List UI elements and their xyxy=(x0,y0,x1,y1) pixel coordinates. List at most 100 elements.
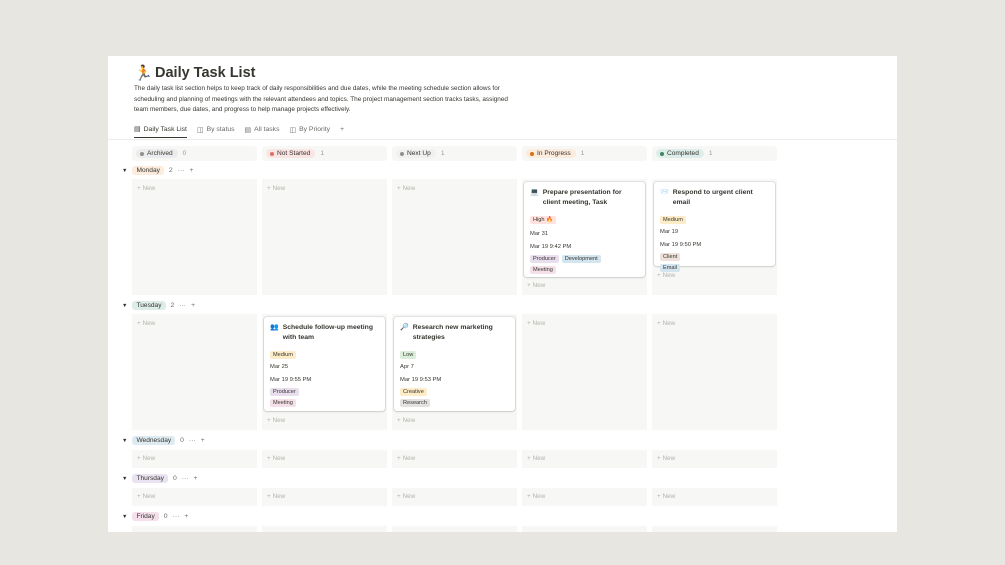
new-card-button[interactable]: + New xyxy=(137,493,155,500)
caret-down-icon[interactable]: ▼ xyxy=(122,438,127,444)
more-icon[interactable]: ··· xyxy=(178,167,185,174)
group-header-friday[interactable]: ▼ Friday 0 ··· + xyxy=(122,512,188,521)
status-pill-archived: Archived xyxy=(136,149,178,158)
new-card-button[interactable]: + New xyxy=(267,455,285,462)
group-label: Tuesday xyxy=(132,301,166,310)
column-header-next-up[interactable]: Next Up 1 xyxy=(392,146,517,161)
group-header-tuesday[interactable]: ▼ Tuesday 2 ··· + xyxy=(122,301,195,310)
new-card-button[interactable]: + New xyxy=(657,272,675,279)
status-dot xyxy=(140,151,144,156)
new-card-button[interactable]: + New xyxy=(397,185,415,192)
group-header-wednesday[interactable]: ▼ Wednesday 0 ··· + xyxy=(122,436,205,445)
new-card-button[interactable]: + New xyxy=(657,493,675,500)
board-cell xyxy=(652,526,777,532)
status-label: Completed xyxy=(667,150,699,157)
new-card-button[interactable]: + New xyxy=(657,455,675,462)
tab-daily-task-list[interactable]: ▤ Daily Task List xyxy=(134,125,187,138)
task-card[interactable]: 📨 Respond to urgent client email Medium M… xyxy=(654,182,775,272)
more-icon[interactable]: ··· xyxy=(173,513,180,520)
tag: Producer xyxy=(270,388,299,396)
priority-tag: Low xyxy=(400,351,417,359)
card-title-text: Schedule follow-up meeting with team xyxy=(282,324,373,341)
more-icon[interactable]: ··· xyxy=(189,437,196,444)
board-cell xyxy=(132,526,257,532)
tab-by-status[interactable]: ◫ By status xyxy=(197,125,235,138)
group-label: Thursday xyxy=(132,474,168,483)
new-card-button[interactable]: + New xyxy=(527,493,545,500)
group-label: Friday xyxy=(132,512,159,521)
group-header-monday[interactable]: ▼ Monday 2 ··· + xyxy=(122,166,193,175)
status-label: Archived xyxy=(147,150,173,157)
tab-label: Daily Task List xyxy=(143,125,187,133)
tag: Creative xyxy=(400,388,427,396)
task-card[interactable]: 👥 Schedule follow-up meeting with team Me… xyxy=(264,317,385,411)
tab-all-tasks[interactable]: ▤ All tasks xyxy=(245,125,280,138)
notion-page: 🏃 Daily Task List The daily task list se… xyxy=(108,56,897,532)
people-icon: 👥 xyxy=(270,324,279,331)
new-card-button[interactable]: + New xyxy=(137,455,155,462)
card-title-text: Research new marketing strategies xyxy=(412,324,493,341)
card-title: 💻 Prepare presentation for client meeting… xyxy=(530,188,639,208)
tab-by-priority[interactable]: ◫ By Priority xyxy=(289,125,330,138)
add-icon[interactable]: + xyxy=(191,302,195,309)
task-card[interactable]: 🔎 Research new marketing strategies Low A… xyxy=(394,317,515,411)
caret-down-icon[interactable]: ▼ xyxy=(122,303,127,309)
group-label: Monday xyxy=(132,166,164,175)
add-icon[interactable]: + xyxy=(194,475,198,482)
new-card-button[interactable]: + New xyxy=(527,455,545,462)
caret-down-icon[interactable]: ▼ xyxy=(122,476,127,482)
task-card[interactable]: 💻 Prepare presentation for client meeting… xyxy=(524,182,645,277)
column-header-completed[interactable]: Completed 1 xyxy=(652,146,777,161)
new-card-button[interactable]: + New xyxy=(397,417,415,424)
page-title-row: 🏃 Daily Task List xyxy=(134,64,255,82)
new-card-button[interactable]: + New xyxy=(137,320,155,327)
board-cell xyxy=(262,179,387,295)
tag: Client xyxy=(660,253,681,261)
new-card-button[interactable]: + New xyxy=(397,455,415,462)
new-card-button[interactable]: + New xyxy=(137,185,155,192)
group-count: 2 xyxy=(168,167,173,174)
column-count: 0 xyxy=(182,150,187,157)
tag: Research xyxy=(400,399,430,407)
new-card-button[interactable]: + New xyxy=(267,417,285,424)
status-label: In Progress xyxy=(537,150,571,157)
more-icon[interactable]: ··· xyxy=(182,475,189,482)
tabs-divider xyxy=(108,139,897,140)
page-title[interactable]: Daily Task List xyxy=(155,65,255,81)
caret-down-icon[interactable]: ▼ xyxy=(122,514,127,520)
card-title: 📨 Respond to urgent client email xyxy=(660,188,769,208)
status-pill-not-started: Not Started xyxy=(266,149,316,158)
column-header-in-progress[interactable]: In Progress 1 xyxy=(522,146,647,161)
new-card-button[interactable]: + New xyxy=(527,320,545,327)
plus-icon: + xyxy=(340,126,345,133)
board-cell xyxy=(132,314,257,430)
new-card-button[interactable]: + New xyxy=(267,493,285,500)
group-count: 0 xyxy=(180,437,184,444)
more-icon[interactable]: ··· xyxy=(179,302,186,309)
group-header-thursday[interactable]: ▼ Thursday 0 ··· + xyxy=(122,474,198,483)
add-icon[interactable]: + xyxy=(201,437,205,444)
due-date: Apr 7 xyxy=(400,364,414,370)
new-card-button[interactable]: + New xyxy=(397,493,415,500)
runner-icon[interactable]: 🏃 xyxy=(134,64,154,82)
caret-down-icon[interactable]: ▼ xyxy=(122,168,127,174)
new-card-button[interactable]: + New xyxy=(657,320,675,327)
column-count: 1 xyxy=(440,150,445,157)
status-label: Not Started xyxy=(277,150,311,157)
priority-tag: Medium xyxy=(660,216,686,224)
new-card-button[interactable]: + New xyxy=(267,185,285,192)
column-header-not-started[interactable]: Not Started 1 xyxy=(262,146,387,161)
add-icon[interactable]: + xyxy=(184,513,188,520)
new-card-button[interactable]: + New xyxy=(527,282,545,289)
due-date: Mar 19 xyxy=(660,229,679,235)
tab-label: By status xyxy=(206,126,235,133)
add-view-button[interactable]: + xyxy=(340,125,344,138)
column-header-archived[interactable]: Archived 0 xyxy=(132,146,257,161)
priority-tag: High 🔥 xyxy=(530,216,557,224)
add-icon[interactable]: + xyxy=(190,167,194,174)
group-count: 0 xyxy=(163,513,168,520)
column-count: 1 xyxy=(580,150,585,157)
status-pill-next-up: Next Up xyxy=(396,149,436,158)
card-title: 👥 Schedule follow-up meeting with team xyxy=(270,323,379,343)
card-title-text: Respond to urgent client email xyxy=(672,189,753,206)
